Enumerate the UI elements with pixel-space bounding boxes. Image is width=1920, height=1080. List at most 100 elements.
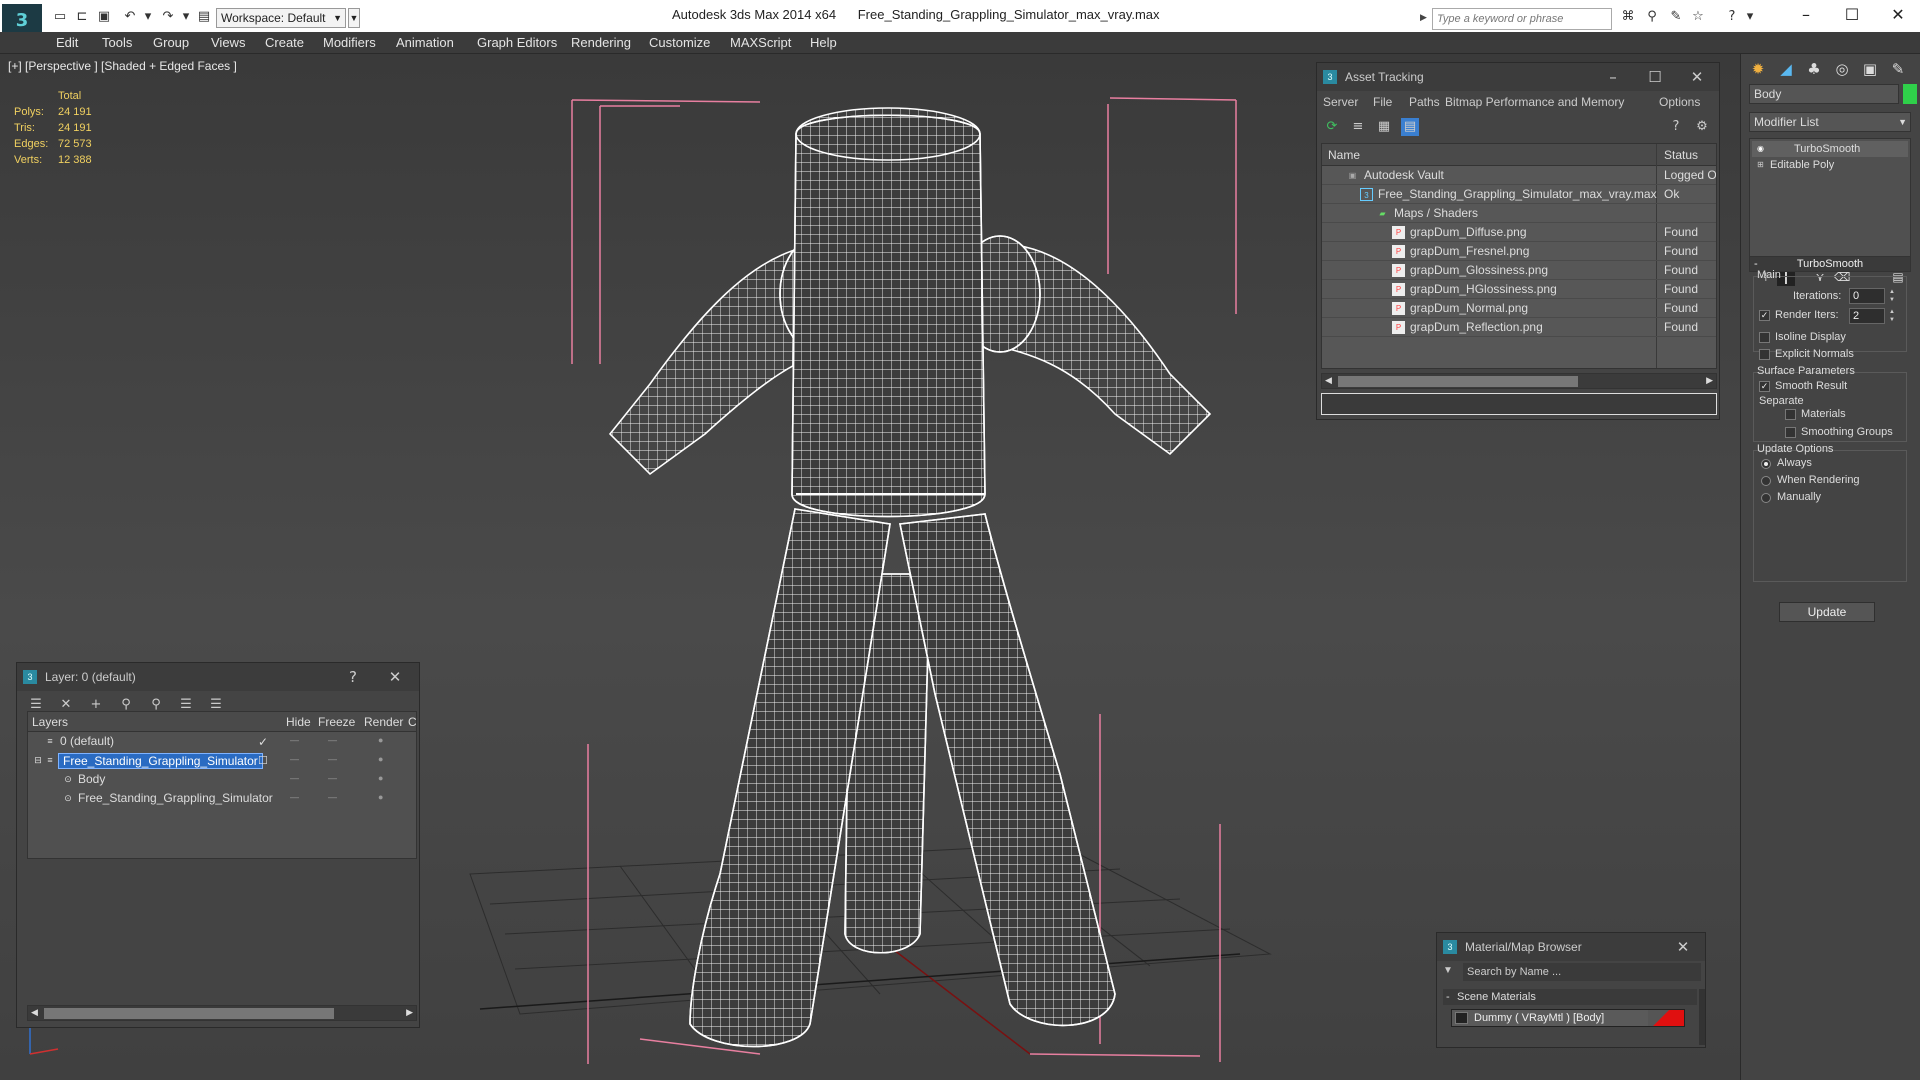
stack-item-turbosmooth[interactable]: ◉ TurboSmooth: [1752, 141, 1908, 157]
table-view-icon[interactable]: ▤: [1401, 118, 1419, 136]
render-teapot-icon[interactable]: ●: [378, 754, 383, 764]
always-radio[interactable]: [1761, 459, 1771, 469]
redo-dropdown-icon[interactable]: ▾: [178, 9, 194, 25]
menu-tools[interactable]: Tools: [102, 35, 132, 50]
modifier-list-dropdown[interactable]: Modifier List ▼: [1749, 112, 1911, 132]
menu-create[interactable]: Create: [265, 35, 304, 50]
freeze-toggle[interactable]: —: [328, 792, 337, 802]
maximize-button[interactable]: ☐: [1832, 4, 1872, 26]
when-rendering-radio[interactable]: [1761, 476, 1771, 486]
object-color-swatch[interactable]: [1903, 84, 1917, 104]
asset-row-maps[interactable]: ▰ Maps / Shaders: [1322, 204, 1716, 223]
layer-row-default[interactable]: ≡ 0 (default) ✓ — — ●: [28, 732, 416, 751]
render-teapot-icon[interactable]: ●: [378, 773, 383, 783]
material-browser-close-button[interactable]: ✕: [1667, 933, 1699, 961]
column-freeze[interactable]: Freeze: [318, 715, 355, 729]
scroll-left-icon[interactable]: ◀: [31, 1007, 38, 1018]
explicit-normals-checkbox[interactable]: [1759, 349, 1770, 360]
asset-row-reflection[interactable]: P grapDum_Reflection.png Found: [1322, 318, 1716, 337]
hide-toggle[interactable]: —: [290, 735, 299, 745]
set-current-layer-icon[interactable]: ☐: [258, 754, 268, 767]
layer-horizontal-scrollbar[interactable]: ◀ ▶: [27, 1005, 417, 1021]
asset-row-hglossiness[interactable]: P grapDum_HGlossiness.png Found: [1322, 280, 1716, 299]
scene-materials-header[interactable]: - Scene Materials: [1443, 989, 1697, 1005]
column-name[interactable]: Name: [1328, 148, 1360, 162]
layer-help-button[interactable]: ?: [337, 663, 369, 691]
motion-tab-icon[interactable]: ◎: [1829, 56, 1855, 82]
search-expand-icon[interactable]: ▶: [1420, 12, 1427, 23]
manually-radio[interactable]: [1761, 493, 1771, 503]
undo-icon[interactable]: ↶: [122, 9, 138, 25]
workspace-options-icon[interactable]: ▼: [348, 8, 360, 28]
asset-scroll-thumb[interactable]: [1338, 376, 1578, 387]
smooth-result-checkbox[interactable]: ✓: [1759, 381, 1770, 392]
redo-icon[interactable]: ↷: [160, 9, 176, 25]
render-iters-checkbox[interactable]: ✓: [1759, 310, 1770, 321]
keyword-search-input[interactable]: Type a keyword or phrase: [1432, 8, 1612, 30]
material-search-input[interactable]: Search by Name ...: [1463, 963, 1701, 981]
material-item-dummy[interactable]: Dummy ( VRayMtl ) [Body]: [1451, 1009, 1685, 1027]
menu-group[interactable]: Group: [153, 35, 189, 50]
asset-menu-bitmap-performance[interactable]: Bitmap Performance and Memory: [1445, 95, 1624, 109]
menu-help[interactable]: Help: [810, 35, 837, 50]
hide-toggle[interactable]: —: [290, 773, 299, 783]
menu-views[interactable]: Views: [211, 35, 245, 50]
create-tab-icon[interactable]: ✹: [1745, 56, 1771, 82]
asset-menu-file[interactable]: File: [1373, 95, 1392, 109]
binoculars-icon[interactable]: ⌘: [1620, 9, 1636, 25]
workspace-dropdown[interactable]: Workspace: Default ▼: [216, 8, 346, 28]
search-options-icon[interactable]: ▼: [1443, 965, 1453, 976]
materials-checkbox[interactable]: [1785, 409, 1796, 420]
menu-customize[interactable]: Customize: [649, 35, 710, 50]
menu-edit[interactable]: Edit: [56, 35, 78, 50]
isoline-display-checkbox[interactable]: [1759, 332, 1770, 343]
help-icon[interactable]: ?: [1724, 9, 1740, 25]
asset-menu-server[interactable]: Server: [1323, 95, 1358, 109]
menu-maxscript[interactable]: MAXScript: [730, 35, 791, 50]
active-layer-check-icon[interactable]: ✓: [258, 735, 268, 749]
asset-minimize-button[interactable]: –: [1597, 63, 1629, 91]
thumbnail-view-icon[interactable]: ▦: [1375, 118, 1393, 136]
communication-center-icon[interactable]: ✎: [1668, 9, 1684, 25]
spinner-arrows-icon[interactable]: ▲ ▼: [1887, 288, 1897, 304]
column-status[interactable]: Status: [1664, 148, 1698, 162]
freeze-toggle[interactable]: —: [328, 754, 337, 764]
layer-row-body[interactable]: ⊙ Body — — ●: [28, 770, 416, 789]
layer-close-button[interactable]: ✕: [379, 663, 411, 691]
menu-modifiers[interactable]: Modifiers: [323, 35, 376, 50]
menu-rendering[interactable]: Rendering: [571, 35, 631, 50]
viewport-label[interactable]: [+] [Perspective ] [Shaded + Edged Faces…: [8, 59, 237, 73]
light-bulb-icon[interactable]: ◉: [1755, 143, 1766, 154]
refresh-icon[interactable]: ⟳: [1323, 118, 1341, 136]
column-layers[interactable]: Layers: [32, 715, 68, 729]
freeze-toggle[interactable]: —: [328, 735, 337, 745]
asset-row-fresnel[interactable]: P grapDum_Fresnel.png Found: [1322, 242, 1716, 261]
asset-menu-paths[interactable]: Paths: [1409, 95, 1440, 109]
asset-row-diffuse[interactable]: P grapDum_Diffuse.png Found: [1322, 223, 1716, 242]
undo-dropdown-icon[interactable]: ▾: [140, 9, 156, 25]
update-button[interactable]: Update: [1779, 602, 1875, 622]
help-icon[interactable]: ?: [1667, 118, 1685, 136]
asset-horizontal-scrollbar[interactable]: ◀ ▶: [1321, 373, 1717, 389]
menu-animation[interactable]: Animation: [396, 35, 454, 50]
help-dropdown-icon[interactable]: ▾: [1742, 9, 1758, 25]
asset-row-normal[interactable]: P grapDum_Normal.png Found: [1322, 299, 1716, 318]
modify-tab-icon[interactable]: ◢: [1773, 56, 1799, 82]
column-hide[interactable]: Hide: [286, 715, 311, 729]
stack-item-editable-poly[interactable]: ⊞ Editable Poly: [1752, 157, 1908, 173]
asset-row-vault[interactable]: ▣ Autodesk Vault Logged Out: [1322, 166, 1716, 185]
layer-row-grappling-simulator[interactable]: ⊟ ≡ Free_Standing_Grappling_Simulator ☐ …: [28, 751, 416, 770]
asset-menu-options[interactable]: Options: [1659, 95, 1700, 109]
new-file-icon[interactable]: ▭: [52, 9, 68, 25]
column-render[interactable]: Render: [364, 715, 403, 729]
material-vertical-scrollbar[interactable]: [1699, 989, 1705, 1045]
scroll-left-icon[interactable]: ◀: [1325, 375, 1332, 386]
render-teapot-icon[interactable]: ●: [378, 792, 383, 802]
favorites-star-icon[interactable]: ☆: [1690, 9, 1706, 25]
save-icon[interactable]: ▣: [96, 9, 112, 25]
asset-maximize-button[interactable]: ☐: [1639, 63, 1671, 91]
smoothing-groups-checkbox[interactable]: [1785, 427, 1796, 438]
asset-status-field[interactable]: [1321, 393, 1717, 415]
spinner-arrows-icon[interactable]: ▲ ▼: [1887, 308, 1897, 324]
material-browser-titlebar[interactable]: 3 Material/Map Browser: [1437, 933, 1705, 961]
